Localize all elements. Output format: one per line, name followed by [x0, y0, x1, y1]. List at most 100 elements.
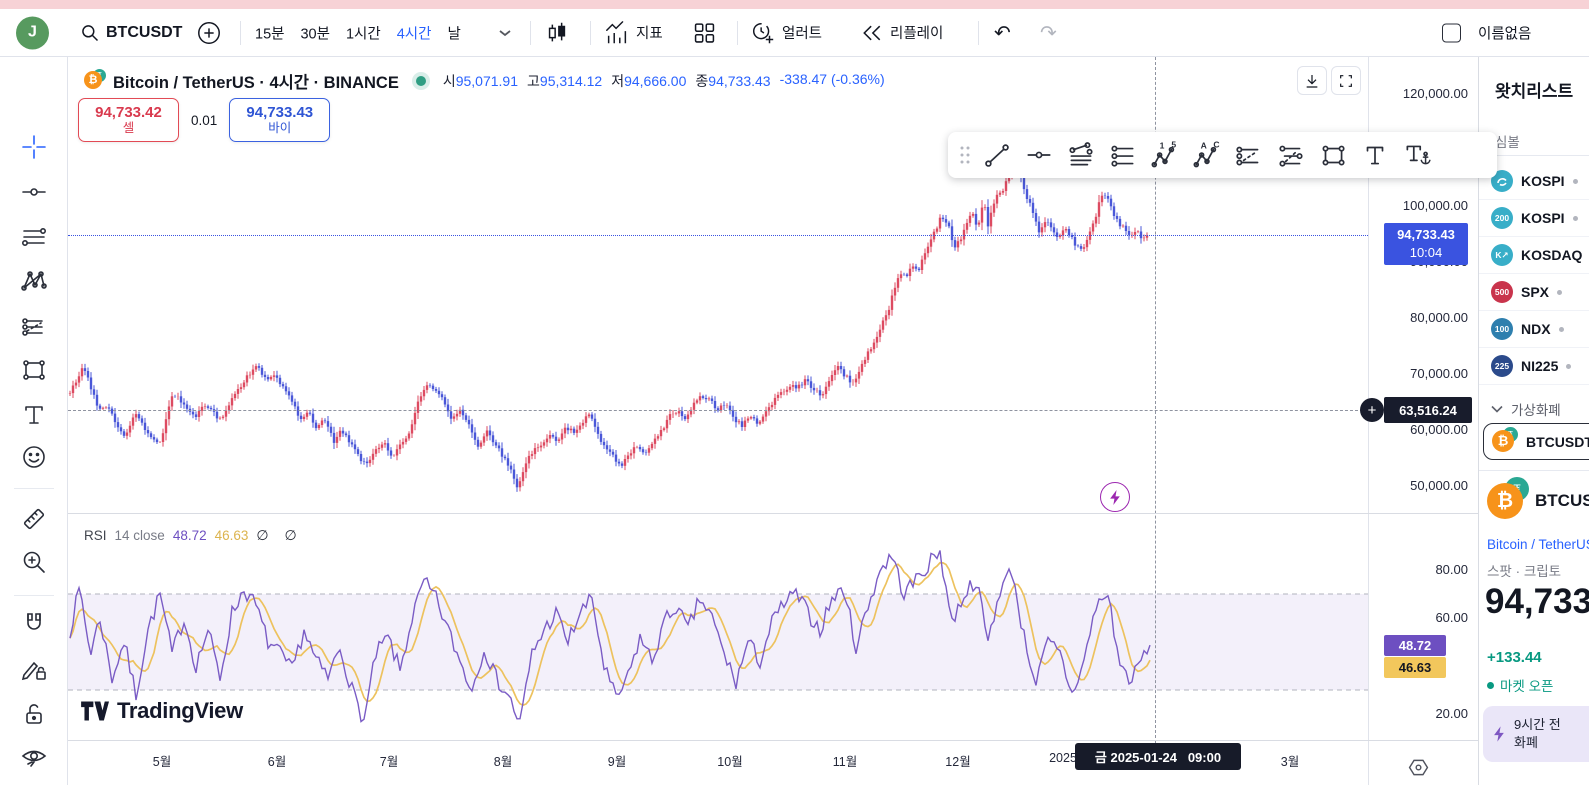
buy-button[interactable]: 94,733.43 바이: [229, 98, 331, 142]
badge-icon: K↗: [1491, 244, 1513, 266]
sell-button[interactable]: 94,733.42 셀: [78, 98, 179, 142]
flat-top-bottom-icon[interactable]: [1270, 136, 1312, 174]
rsi-action-icons[interactable]: ∅ ∅: [256, 527, 302, 544]
time-axis-label: 11월: [832, 755, 858, 769]
symbol-search[interactable]: BTCUSDT: [80, 23, 182, 43]
symbol-legend[interactable]: ₮ ₿ Bitcoin / TetherUS · 4시간 · BINANCE 시…: [84, 69, 885, 93]
alert-button[interactable]: 얼러트: [750, 20, 822, 46]
lock-all-icon[interactable]: [19, 699, 49, 729]
interval-30분[interactable]: 30분: [293, 18, 336, 47]
detail-name-link[interactable]: Bitcoin / TetherUS: [1487, 537, 1589, 552]
zoom-in-icon[interactable]: [19, 547, 49, 577]
compare-add-button[interactable]: [196, 20, 222, 46]
pane-separator[interactable]: [68, 513, 1478, 514]
magnet-icon[interactable]: [19, 609, 49, 639]
layout-name[interactable]: 이름없음: [1478, 22, 1531, 43]
avatar[interactable]: J: [16, 16, 49, 49]
market-closed-dot: [1566, 363, 1572, 369]
crosshair-price-tag: 63,516.24: [1384, 397, 1472, 423]
legend-title: Bitcoin / TetherUS · 4시간 · BINANCE: [113, 74, 399, 92]
watchlist-symbol-label: KOSDAQ: [1521, 247, 1583, 263]
indicators-button[interactable]: 지표: [604, 20, 663, 46]
toolbar-divider: [530, 21, 531, 45]
save-layout-checkbox[interactable]: [1442, 23, 1461, 42]
interval-1시간[interactable]: 1시간: [339, 18, 388, 47]
interval-switcher: 15분 30분 1시간 4시간 날: [248, 18, 468, 47]
rsi-legend[interactable]: RSI 14 close 48.72 46.63 ∅ ∅: [84, 527, 303, 544]
watchlist-row-ndx[interactable]: 100 NDX: [1479, 311, 1589, 348]
watchlist-title: 왓치리스트: [1495, 82, 1574, 101]
scroll-to-recent-button[interactable]: [1297, 66, 1327, 95]
cross-line-icon[interactable]: [1060, 136, 1102, 174]
interval-4시간[interactable]: 4시간: [390, 18, 439, 47]
redo-button[interactable]: ↷: [1040, 20, 1057, 45]
scale-settings-button[interactable]: [1406, 755, 1431, 780]
toolbar-divider: [978, 21, 979, 45]
flash-trade-button[interactable]: [1100, 482, 1130, 512]
layout-grid-button[interactable]: [692, 20, 717, 45]
emoji-icon[interactable]: [19, 442, 49, 472]
symbol-column-header[interactable]: 심볼: [1495, 131, 1520, 151]
rsi-chart-canvas[interactable]: [68, 513, 1368, 740]
interval-15분[interactable]: 15분: [248, 18, 291, 47]
rsi-params: 14 close: [114, 528, 165, 543]
text-icon[interactable]: [19, 400, 49, 430]
text-icon[interactable]: [1354, 136, 1396, 174]
hexagon-settings-icon: [1408, 759, 1429, 776]
spread-value: 0.01: [191, 112, 218, 128]
watchlist-row-ni225[interactable]: 225 NI225: [1479, 348, 1589, 385]
anchored-text-icon[interactable]: [1396, 136, 1438, 174]
parallel-channel-icon[interactable]: [1228, 136, 1270, 174]
watchlist-row-kosdaq[interactable]: K↗ KOSDAQ: [1479, 237, 1589, 274]
news-notice-card[interactable]: 9시간 전 화폐: [1483, 706, 1589, 762]
crosshair-date-tooltip: 금 2025-01-24 09:00: [1075, 743, 1241, 770]
search-icon: [80, 23, 100, 43]
interval-날[interactable]: 날: [440, 18, 467, 47]
interval-chevron[interactable]: [498, 28, 512, 38]
price-change: -338.47 (-0.36%): [779, 71, 885, 87]
drag-handle-icon[interactable]: [954, 136, 976, 174]
alert-label: 얼러트: [782, 26, 823, 42]
replay-icon: [860, 21, 884, 45]
elliott-correction-wave-icon[interactable]: AC: [1186, 136, 1228, 174]
maximize-chart-button[interactable]: [1331, 66, 1361, 95]
xabcd-pattern-icon[interactable]: [19, 267, 49, 297]
rectangle-icon[interactable]: [1312, 136, 1354, 174]
svg-text:A: A: [1201, 141, 1207, 151]
horizontal-rays-icon[interactable]: [1102, 136, 1144, 174]
undo-button[interactable]: ↶: [994, 20, 1011, 45]
crypto-section-header[interactable]: 가상화폐: [1491, 399, 1561, 419]
lightning-icon: [1109, 489, 1120, 505]
crosshair-icon[interactable]: [19, 132, 49, 162]
rsi-ma-value: 46.63: [214, 528, 249, 543]
time-axis-label: 8월: [493, 755, 513, 769]
hide-drawings-icon[interactable]: [19, 742, 49, 772]
rsi-scale-label: 60.00: [1435, 610, 1468, 625]
ohlc-values: 시95,071.91 고95,314.12 저94,666.00 종94,733…: [442, 71, 885, 89]
fib-retracement-icon[interactable]: [19, 312, 49, 342]
ruler-icon[interactable]: [19, 504, 49, 534]
chart-style-button[interactable]: [544, 20, 570, 46]
tradingview-logo[interactable]: TradingView: [80, 698, 243, 724]
toolbar-divider: [590, 21, 591, 45]
drawing-lock-icon[interactable]: [19, 654, 49, 684]
parallel-lines-icon[interactable]: [19, 222, 49, 252]
indicators-label: 지표: [636, 26, 663, 42]
horizontal-line-icon[interactable]: [1018, 136, 1060, 174]
elliott-impulse-wave-icon[interactable]: 15: [1144, 136, 1186, 174]
watchlist-row-kospi[interactable]: 200 KOSPI: [1479, 200, 1589, 237]
badge-icon: 500: [1491, 281, 1513, 303]
add-alert-plus-button[interactable]: +: [1360, 398, 1384, 422]
rectangle-icon[interactable]: [19, 355, 49, 385]
floating-drawing-toolbar: 15AC: [948, 132, 1497, 178]
indicator-icon: [604, 20, 630, 46]
trend-line-icon[interactable]: [19, 177, 49, 207]
price-scale-label: 120,000.00: [1402, 86, 1468, 101]
last-price-line: [68, 235, 1368, 236]
svg-text:1: 1: [1160, 141, 1165, 151]
watchlist-row-spx[interactable]: 500 SPX: [1479, 274, 1589, 311]
trend-line-icon[interactable]: [976, 136, 1018, 174]
time-axis-label: 10월: [717, 755, 743, 769]
watchlist-row-btcusdt-selected[interactable]: ₮ ₿ BTCUSDT: [1483, 423, 1589, 460]
replay-button[interactable]: 리플레이: [860, 21, 943, 45]
